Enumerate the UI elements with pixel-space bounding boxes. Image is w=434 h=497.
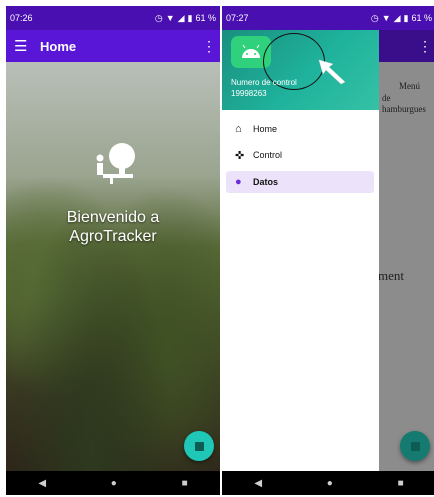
- drawer-item-control[interactable]: ✜ Control: [226, 144, 374, 166]
- alarm-icon: ◷: [154, 12, 163, 23]
- control-number-label: Numero de control: [231, 78, 297, 87]
- overflow-menu-icon[interactable]: ⋮: [418, 38, 432, 55]
- bg-text-hamburguesa: hamburgues: [382, 104, 426, 114]
- drawer-item-label: Control: [253, 150, 283, 160]
- drawer-header: Numero de control 19998263: [222, 30, 379, 110]
- battery-icon: ▮: [403, 12, 409, 23]
- wifi-icon: ▼: [165, 13, 175, 23]
- bg-text-menu: Menú: [399, 81, 420, 91]
- drawer-screen: 07:27 ◷ ▼ ◢ ▮ 61 % ⋮ Menú de hamburgues …: [222, 6, 434, 495]
- drawer-item-label: Home: [253, 124, 278, 134]
- status-bar: 07:26 ◷ ▼ ◢ ▮ 61 %: [6, 6, 220, 30]
- back-icon[interactable]: ◀: [38, 478, 46, 489]
- status-icons: ◷ ▼ ◢ ▮ 61 %: [155, 13, 216, 24]
- drawer-item-label: Datos: [253, 177, 279, 187]
- signal-icon: ◢: [177, 12, 185, 23]
- page-title: Home: [40, 38, 77, 54]
- drawer-item-datos[interactable]: ● Datos: [226, 171, 374, 193]
- fab-icon: [194, 441, 204, 451]
- drawer-item-home[interactable]: ⌂ Home: [226, 118, 374, 140]
- bg-text-de: de: [382, 93, 391, 103]
- navigation-drawer: Numero de control 19998263 ⌂ Home ✜ Cont…: [222, 30, 379, 471]
- fab-icon: [410, 441, 420, 451]
- home-nav-icon[interactable]: ●: [327, 478, 333, 489]
- recents-icon[interactable]: ■: [398, 478, 404, 489]
- status-time: 07:27: [226, 13, 249, 23]
- home-icon: ⌂: [235, 123, 242, 135]
- app-bar: ☰ Home ⋮: [6, 30, 220, 62]
- status-time: 07:26: [10, 13, 33, 23]
- home-screen: 07:26 ◷ ▼ ◢ ▮ 61 % ☰ Home ⋮ Bienvenido a…: [6, 6, 220, 495]
- welcome-line-2: AgroTracker: [69, 228, 157, 245]
- bg-text-ment: ment: [378, 268, 404, 283]
- status-icons: ◷ ▼ ◢ ▮ 61 %: [371, 13, 432, 24]
- floating-action-button[interactable]: [400, 431, 430, 461]
- system-nav-bar: ◀ ● ■: [222, 471, 434, 495]
- welcome-message: Bienvenido a AgroTracker: [6, 208, 220, 246]
- hamburger-menu-icon[interactable]: ☰: [14, 37, 40, 55]
- floating-action-button[interactable]: [184, 431, 214, 461]
- overflow-menu-icon[interactable]: ⋮: [202, 38, 216, 55]
- annotation-arrow-icon: [318, 59, 346, 85]
- status-bar: 07:27 ◷ ▼ ◢ ▮ 61 %: [222, 6, 434, 30]
- data-icon: ●: [235, 176, 242, 188]
- recents-icon[interactable]: ■: [182, 478, 188, 489]
- battery-icon: ▮: [187, 12, 193, 23]
- background-image: Bienvenido a AgroTracker: [6, 62, 220, 471]
- home-nav-icon[interactable]: ●: [111, 478, 117, 489]
- gamepad-icon: ✜: [235, 149, 245, 162]
- battery-percent: 61 %: [411, 13, 432, 23]
- welcome-line-1: Bienvenido a: [66, 209, 160, 226]
- system-nav-bar: ◀ ● ■: [6, 471, 220, 495]
- alarm-icon: ◷: [370, 12, 379, 23]
- control-number-value: 19998263: [231, 89, 267, 98]
- wifi-icon: ▼: [381, 13, 391, 23]
- back-icon[interactable]: ◀: [254, 478, 262, 489]
- signal-icon: ◢: [393, 12, 401, 23]
- battery-percent: 61 %: [195, 13, 216, 23]
- agrotracker-logo-icon: [96, 143, 135, 184]
